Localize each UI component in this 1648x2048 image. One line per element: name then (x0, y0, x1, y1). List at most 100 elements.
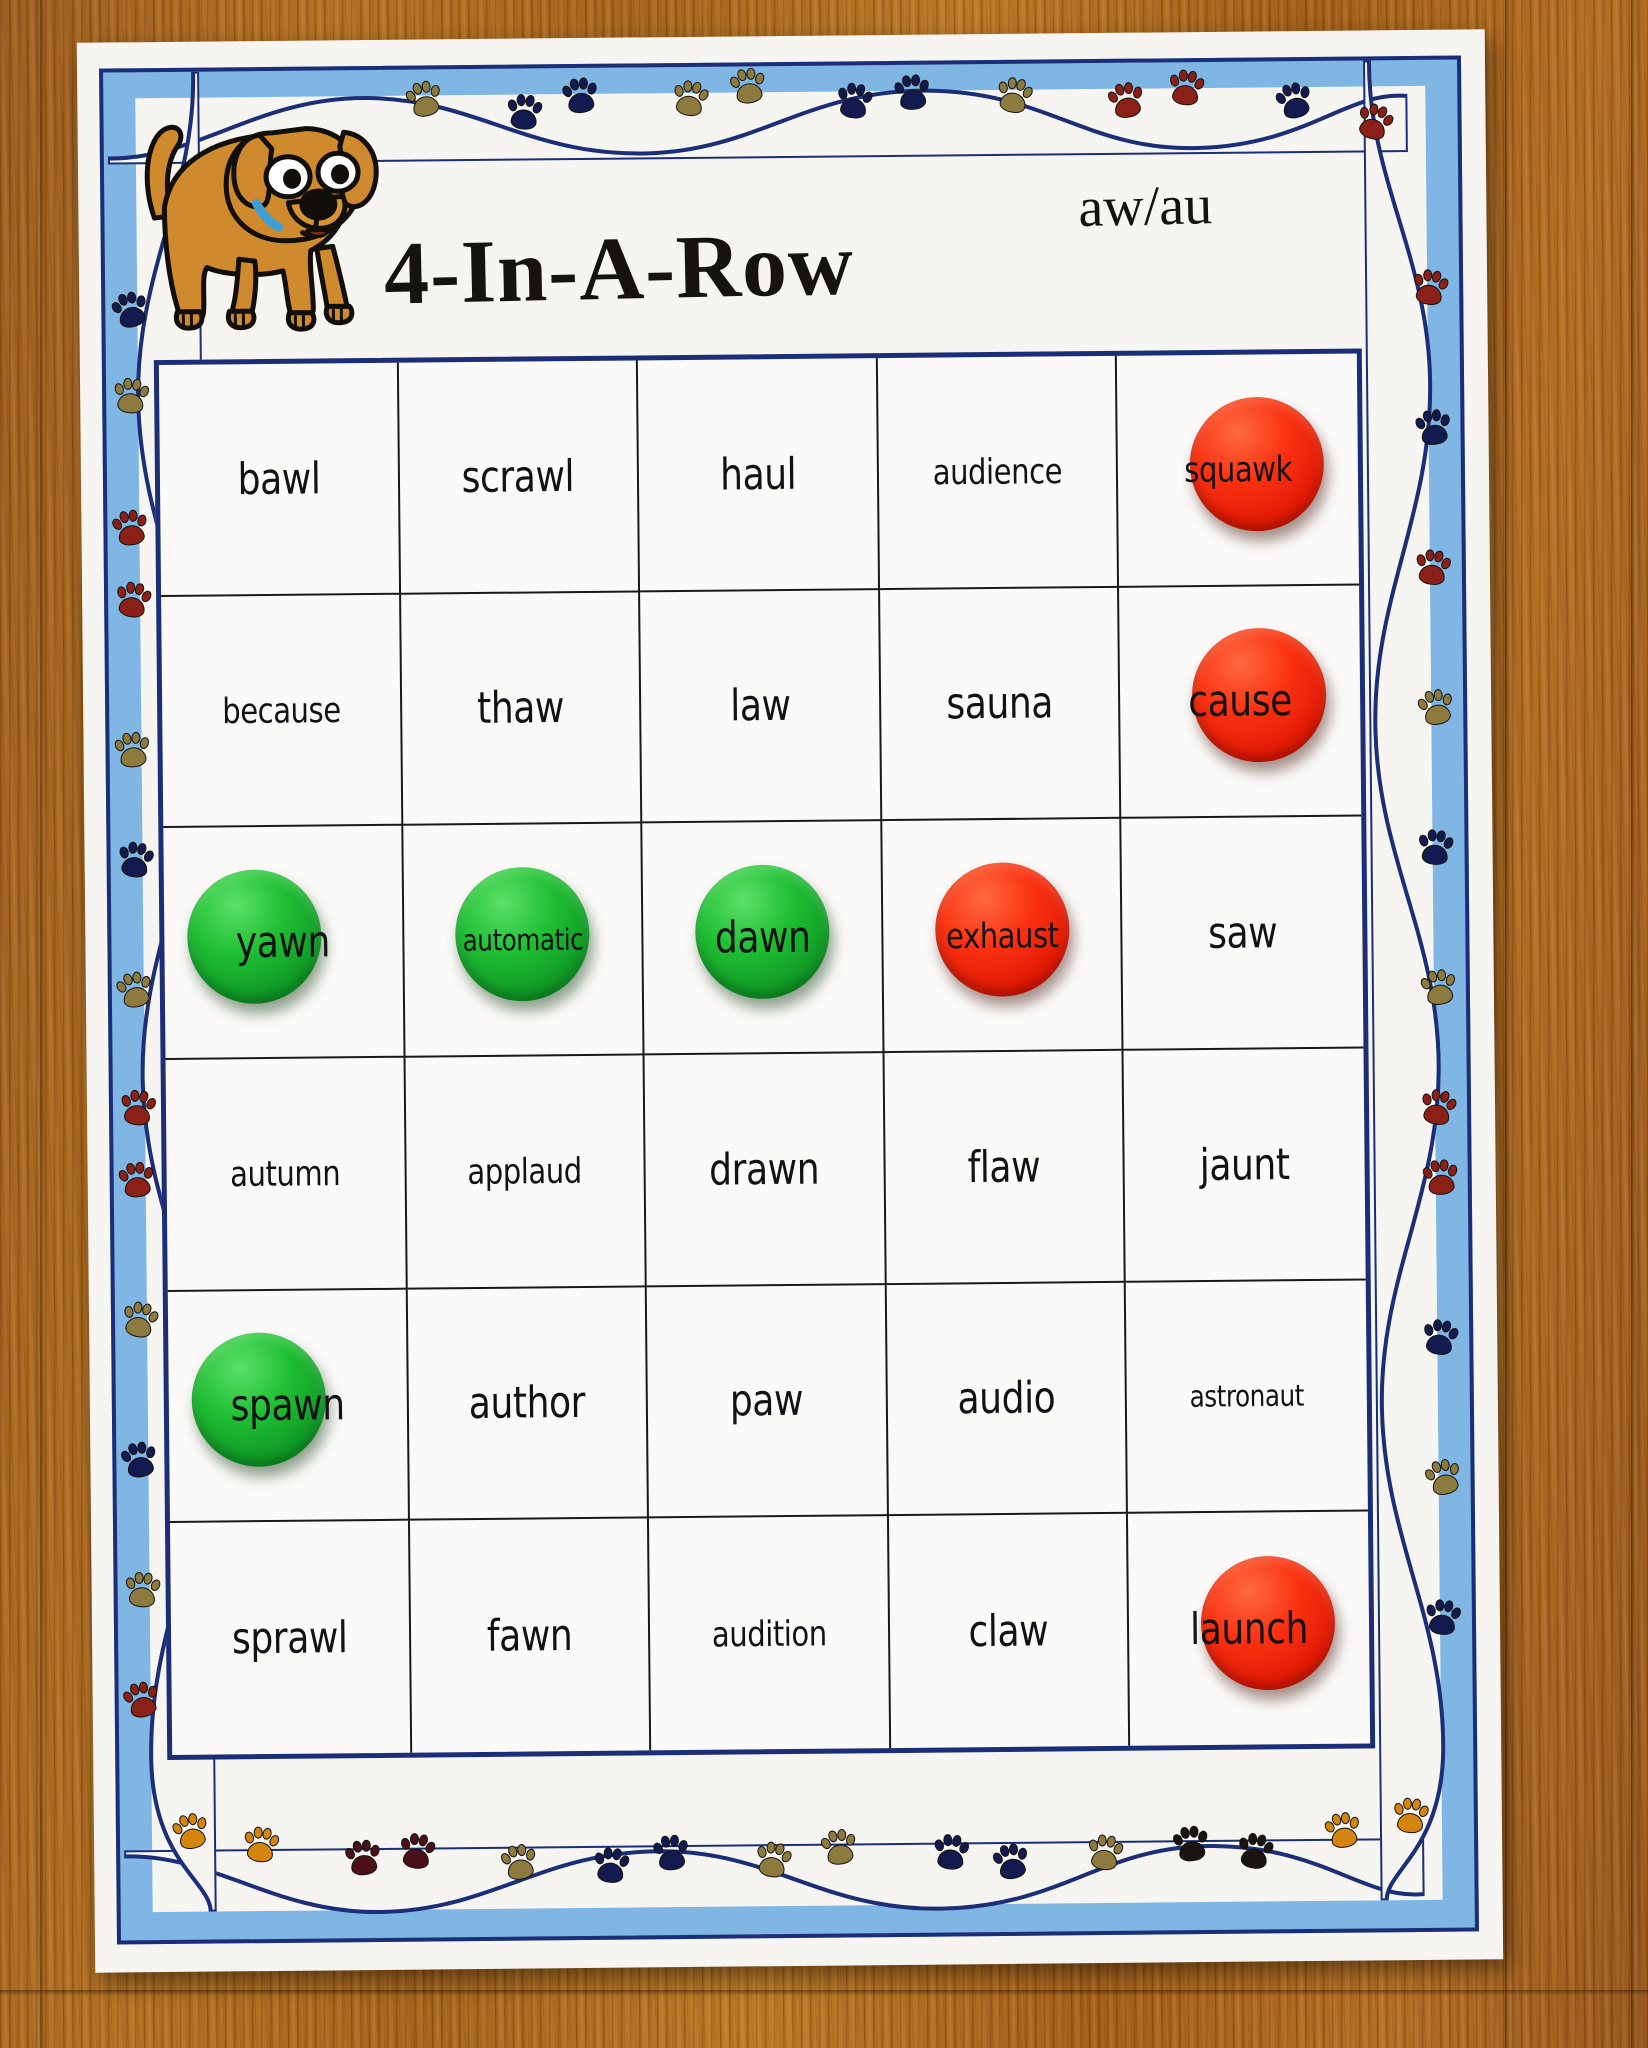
paw-print-icon (1392, 1797, 1431, 1836)
grid-cell[interactable]: dawn (642, 821, 885, 1056)
paw-print-icon (933, 1833, 971, 1872)
grid-cell[interactable]: drawn (644, 1053, 887, 1288)
cell-word: fawn (486, 1609, 573, 1662)
grid-cell[interactable]: launch (1128, 1512, 1370, 1746)
grid-cell[interactable]: automatic (402, 823, 645, 1058)
paw-print-icon (1322, 1810, 1363, 1851)
cell-word: astronaut (1189, 1378, 1305, 1415)
grid-cell[interactable]: thaw (400, 592, 643, 827)
cell-word: bawl (237, 452, 321, 505)
grid-cell[interactable]: applaud (405, 1055, 647, 1290)
grid-cell[interactable]: audience (877, 355, 1120, 590)
grid-cell[interactable]: yawn (163, 826, 406, 1060)
paw-print-icon (1086, 1833, 1126, 1873)
grid-cell[interactable]: because (161, 594, 403, 829)
paw-print-icon (671, 78, 711, 119)
cell-word: dawn (714, 911, 811, 964)
paw-print-icon (113, 377, 151, 416)
grid-cell[interactable]: audition (649, 1516, 891, 1751)
grid-cell[interactable]: jaunt (1123, 1048, 1366, 1283)
paw-print-icon (1418, 1087, 1459, 1129)
paw-print-icon (818, 1827, 859, 1868)
grid-cell[interactable]: astronaut (1126, 1280, 1368, 1515)
cell-word: haul (719, 448, 797, 500)
grid-cell[interactable]: exhaust (882, 819, 1124, 1054)
paw-print-icon (113, 580, 154, 621)
grid-cell[interactable]: law (640, 589, 883, 824)
cell-word: audience (932, 450, 1063, 494)
wood-plank-seam (40, 0, 44, 2048)
paw-print-icon (835, 81, 875, 122)
grid-cell[interactable]: haul (638, 358, 880, 593)
grid-cell[interactable]: squawk (1117, 353, 1360, 588)
paw-print-icon (1421, 1317, 1461, 1358)
paw-print-icon (1171, 1824, 1210, 1864)
paw-print-icon (110, 508, 150, 549)
paw-print-icon (994, 75, 1035, 117)
grid-cell[interactable]: audio (886, 1282, 1129, 1517)
grid-cell[interactable]: author (407, 1287, 650, 1522)
paw-print-icon (506, 93, 545, 132)
paw-print-icon (1410, 267, 1451, 308)
cell-word: exhaust (945, 913, 1059, 957)
grid-cell[interactable]: cause (1119, 585, 1362, 820)
cell-word: author (468, 1377, 586, 1430)
paw-print-icon (398, 1831, 438, 1872)
paw-print-icon (124, 1571, 163, 1610)
grid-cell[interactable]: sprawl (169, 1521, 412, 1755)
paw-print-icon (1413, 408, 1452, 448)
paw-print-icon (119, 1088, 158, 1128)
paw-print-icon (120, 1299, 161, 1341)
paw-print-icon (1414, 548, 1453, 588)
cell-word: law (729, 680, 791, 732)
cell-word: claw (968, 1605, 1049, 1657)
cell-word: automatic (462, 921, 584, 958)
paw-print-icon (1105, 80, 1146, 122)
grid-cell[interactable]: paw (646, 1284, 889, 1519)
game-board-sheet: 4-In-A-Row aw/au bawl scrawl haul audience s… (76, 29, 1504, 1973)
paw-print-icon (1418, 967, 1458, 1008)
cell-word: cause (1188, 675, 1293, 728)
cell-word: jaunt (1199, 1138, 1290, 1191)
grid-cell[interactable]: flaw (884, 1050, 1127, 1285)
title-block: 4-In-A-Row aw/au (288, 174, 1289, 341)
grid-cell[interactable]: spawn (167, 1289, 410, 1524)
cell-word: paw (729, 1374, 804, 1427)
paw-print-icon (112, 731, 151, 770)
paw-print-icon (892, 73, 931, 112)
paw-print-icon (728, 66, 768, 107)
paw-print-icon (990, 1841, 1031, 1883)
paw-print-icon (116, 1160, 156, 1200)
cell-word: because (221, 689, 341, 732)
grid-cell[interactable]: bawl (158, 362, 401, 597)
page-title: 4-In-A-Row (382, 214, 855, 324)
paw-print-icon (119, 1440, 160, 1481)
cell-word: thaw (476, 682, 565, 734)
paw-print-icon (1167, 68, 1207, 108)
cell-word: launch (1190, 1602, 1309, 1655)
grid-cell[interactable]: claw (888, 1514, 1131, 1749)
cell-word: scrawl (461, 450, 575, 503)
paw-print-icon (1415, 687, 1457, 729)
paw-print-icon (592, 1846, 632, 1886)
paw-print-icon (1420, 1158, 1459, 1197)
cell-word: audition (711, 1612, 827, 1655)
bingo-grid: bawl scrawl haul audience squawk because thaw l… (153, 348, 1376, 1761)
paw-print-icon (114, 969, 156, 1011)
grid-cell[interactable]: saw (1121, 816, 1364, 1051)
grid-cell[interactable]: sauna (879, 587, 1122, 822)
phonics-pattern-label: aw/au (1077, 174, 1213, 240)
wood-plank-seam (1631, 0, 1635, 2048)
paw-print-icon (343, 1838, 382, 1878)
cell-word: audio (957, 1372, 1056, 1425)
paw-print-icon (560, 76, 599, 116)
paw-print-icon (1424, 1598, 1463, 1638)
cell-word: sauna (946, 677, 1054, 730)
paw-print-icon (753, 1839, 794, 1881)
grid-cell[interactable]: fawn (409, 1518, 652, 1753)
paw-print-icon (1235, 1831, 1276, 1872)
grid-cell[interactable]: scrawl (398, 360, 641, 595)
paw-print-icon (242, 1825, 282, 1865)
wood-plank-seam (1505, 0, 1509, 2048)
grid-cell[interactable]: autumn (165, 1057, 408, 1292)
